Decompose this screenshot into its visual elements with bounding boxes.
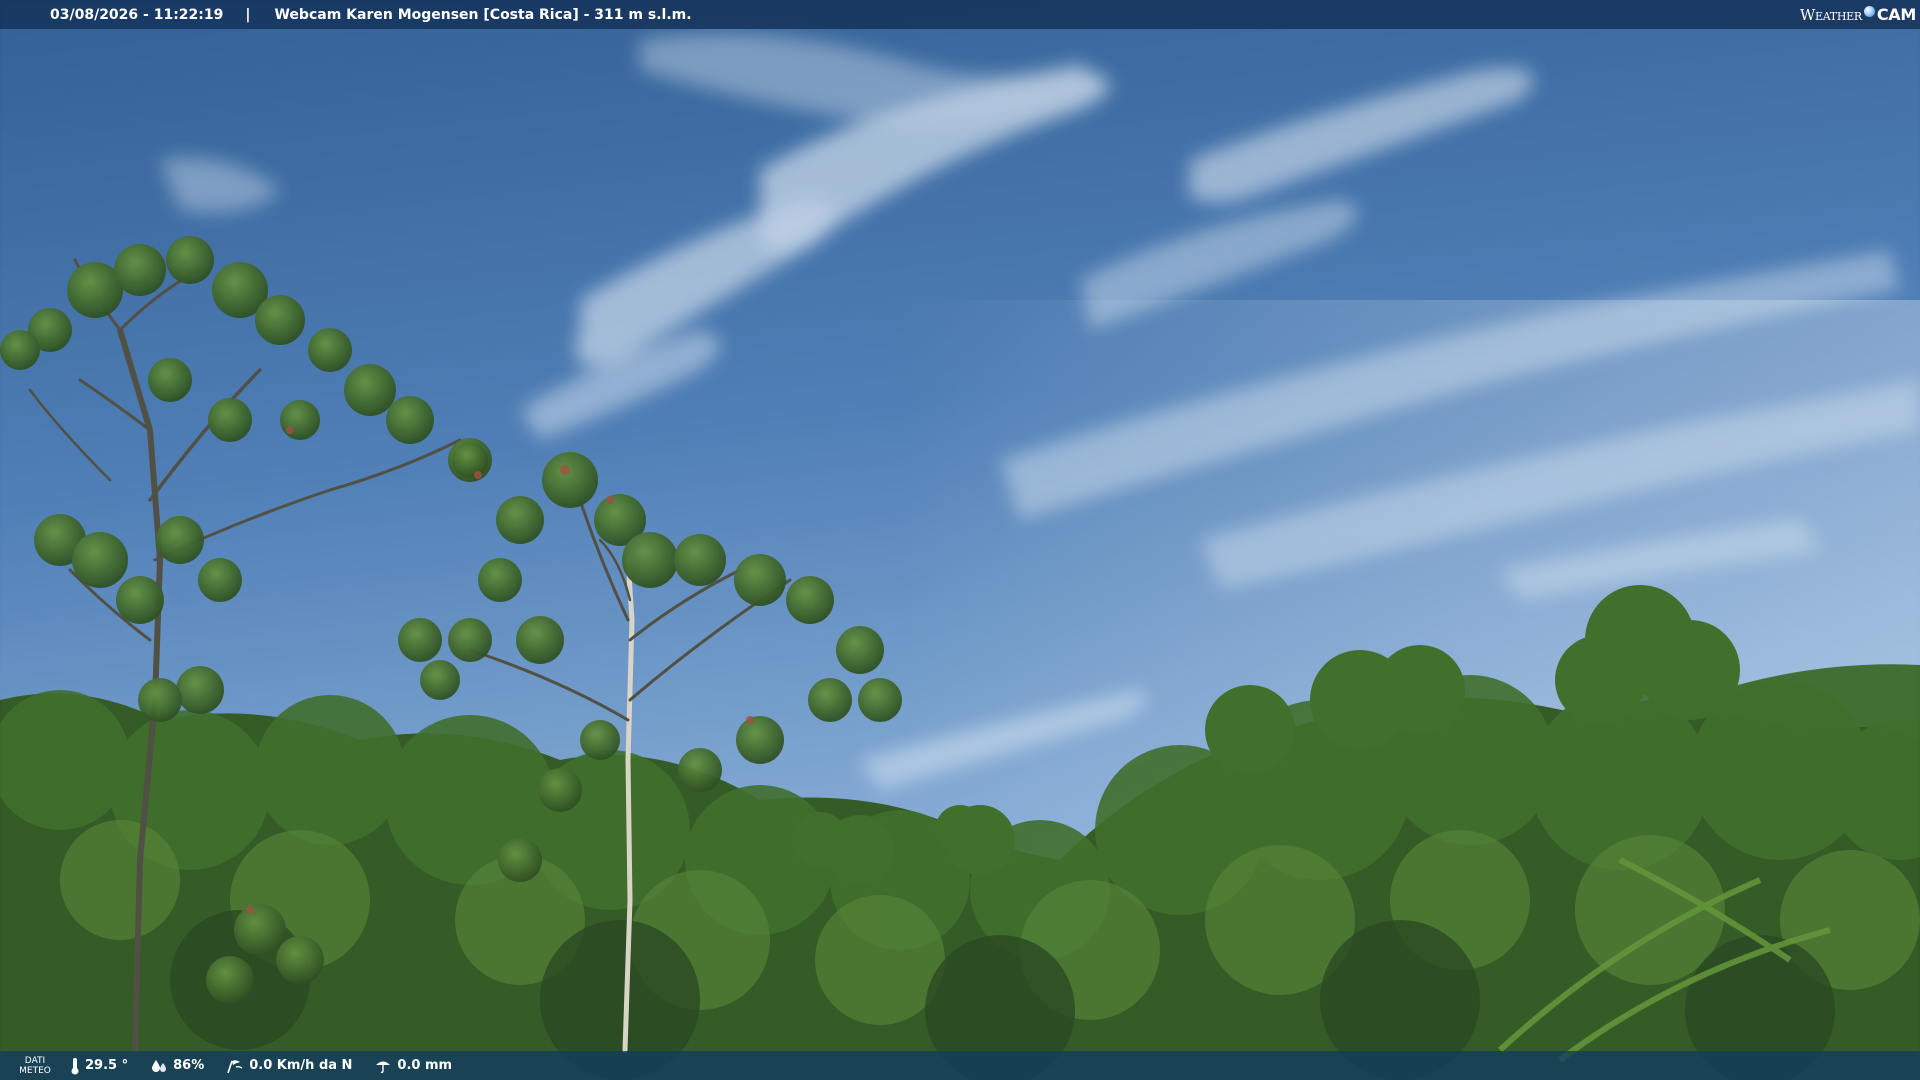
weathercam-logo: Weather CAM [1800,4,1916,25]
brand-globe-icon [1863,6,1875,17]
webcam-image [0,0,1920,1080]
weather-data-bar: DATI METEO 29.5 ° 86% 0.0 Km/h da N 0.0 … [0,1051,1920,1080]
logo-cam: CAM [1876,5,1916,24]
wind-readout: 0.0 Km/h da N [226,1057,352,1075]
logo-word: Weather [1799,5,1862,24]
timestamp: 03/08/2026 - 11:22:19 [50,6,224,23]
weather-label: DATI METEO [19,1055,51,1076]
humidity-icon [152,1059,167,1072]
rain-icon [376,1061,391,1073]
temperature-value: 29.5 ° [85,1058,129,1073]
humidity-value: 86% [173,1058,205,1073]
thermometer-icon [71,1057,79,1074]
humidity-readout: 86% [150,1058,204,1074]
top-info-bar: 03/08/2026 - 11:22:19 | Webcam Karen Mog… [0,0,1920,29]
separator: | [245,6,251,23]
rain-readout: 0.0 mm [374,1058,452,1074]
wind-icon [227,1059,243,1073]
rain-value: 0.0 mm [397,1058,453,1073]
wind-value: 0.0 Km/h da N [249,1058,353,1073]
webcam-frame: 03/08/2026 - 11:22:19 | Webcam Karen Mog… [0,0,1920,1080]
temperature-readout: 29.5 ° [70,1057,128,1075]
webcam-title: Webcam Karen Mogensen [Costa Rica] - 311… [274,6,692,23]
